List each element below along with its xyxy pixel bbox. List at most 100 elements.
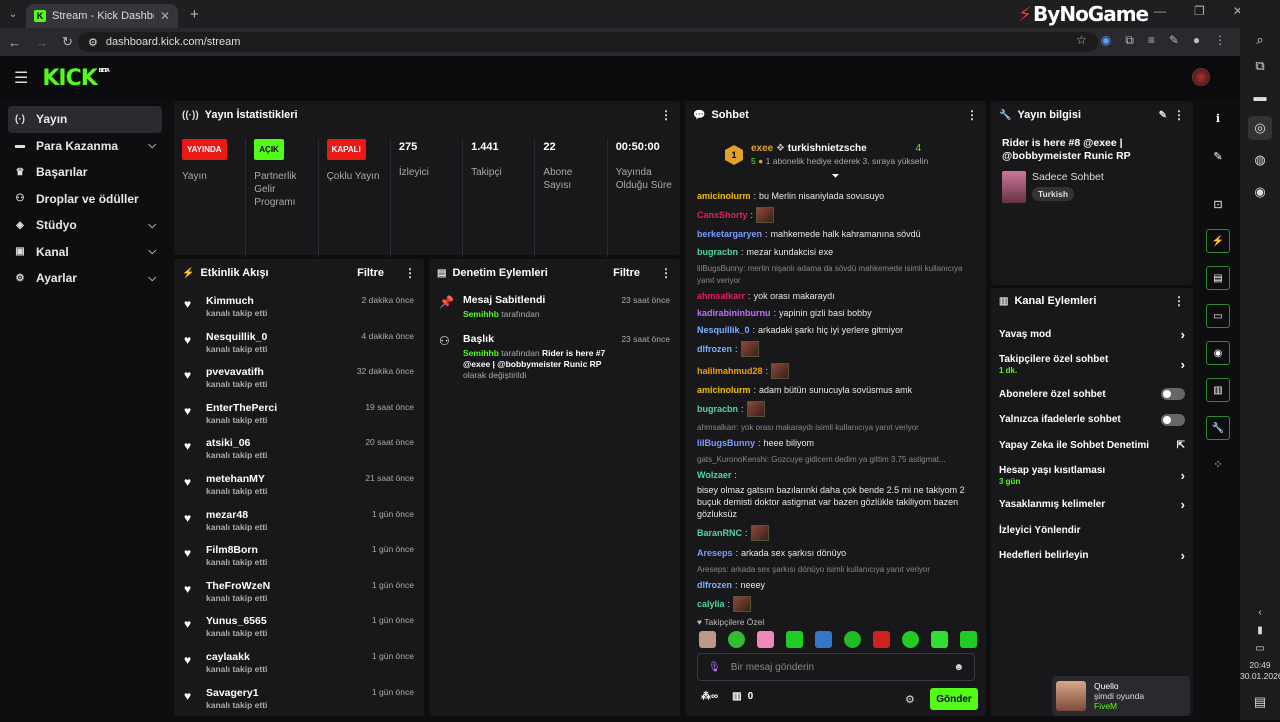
chat-username[interactable]: kadirabininburnu [697,307,771,319]
channel-action[interactable]: Yapay Zeka ile Sohbet Denetimi ⇱ [991,433,1193,459]
emote-icon[interactable] [902,631,919,648]
info-menu-icon[interactable]: ⋮ [1173,108,1185,122]
category-name[interactable]: Sadece Sohbet [1032,171,1104,183]
emote-icon[interactable] [873,631,890,648]
task-view-icon[interactable]: ⧉ [1248,54,1272,78]
channel-action[interactable]: İzleyici Yönlendir [991,518,1193,544]
sidebar-item[interactable]: ⚇ Droplar ve ödüller [8,186,162,213]
activity-user[interactable]: Film8Born [206,544,372,556]
gifter-name[interactable]: exee [751,143,773,154]
chevron-right-icon[interactable]: › [1181,327,1185,342]
bookmark-icon[interactable]: ☆ [1076,33,1087,48]
activity-user[interactable]: EnterThePerci [206,402,365,414]
chat-username[interactable]: bugracbn [697,403,738,415]
chat-username[interactable]: amicinolurm [697,190,751,202]
mic-icon[interactable]: 🎙 [708,662,721,673]
file-explorer-icon[interactable]: ▬ [1248,84,1272,108]
chat-username[interactable]: lilBugsBunny [697,437,755,449]
wrench-icon[interactable]: 🔧 [1206,416,1230,440]
sidebar-item[interactable]: ▣ Kanal ⌵ [8,239,162,266]
activity-filter-button[interactable]: Filtre [357,267,384,279]
channel-action[interactable]: Yasaklanmış kelimeler › [991,492,1193,518]
activity-user[interactable]: Yunus_6565 [206,615,372,627]
edit-icon[interactable]: ✎ [1159,110,1167,121]
tag-badge[interactable]: Turkish [1032,187,1075,201]
chat-icon[interactable]: ▭ [1206,304,1230,328]
moderator-name[interactable]: Semihhb [463,309,499,319]
sidebar-item[interactable]: ⚙ Ayarlar ⌵ [8,265,162,292]
chevron-down-icon[interactable]: ⌵ [148,220,156,231]
chat-username[interactable]: amicinolurm [697,384,751,396]
chrome-icon[interactable]: ◎ [1248,116,1272,140]
channel-action[interactable]: Yavaş mod › [991,322,1193,348]
emote-icon[interactable] [786,631,803,648]
kick-logo[interactable]: KICK BETA [42,66,109,91]
activity-user[interactable]: atsiki_06 [206,437,365,449]
activity-user[interactable]: metehanMY [206,473,365,485]
url-field[interactable]: ⚙ dashboard.kick.com/stream [78,32,1098,52]
chat-settings-icon[interactable]: ⚙ [905,693,915,706]
discord-icon[interactable]: ◍ [1248,148,1272,172]
minimize-icon[interactable]: — [1154,4,1166,18]
discord-toast[interactable]: Quello şimdi oyunda FiveM [1052,676,1190,716]
sidebar-item[interactable]: ▬ Para Kazanma ⌵ [8,133,162,160]
forward-icon[interactable]: → [35,35,48,50]
moderation-menu-icon[interactable]: ⋮ [660,266,672,280]
user-avatar[interactable] [1192,68,1210,86]
chevron-down-icon[interactable]: ⌵ [148,246,156,257]
notification-icon[interactable]: ▤ [1248,690,1272,714]
chat-username[interactable]: Wolzaer [697,469,731,481]
chevron-down-icon[interactable]: ⌵ [148,140,156,151]
activity-user[interactable]: Nesquillik_0 [206,331,362,343]
add-widget-icon[interactable]: ⁘ [1206,454,1230,474]
hamburger-icon[interactable]: ☰ [14,68,28,88]
chat-username[interactable]: calylia [697,598,725,610]
obs-icon[interactable]: ◉ [1248,180,1272,204]
channel-actions-menu-icon[interactable]: ⋮ [1173,294,1185,308]
chevron-right-icon[interactable]: › [1181,548,1185,563]
back-icon[interactable]: ← [8,35,21,50]
network-icon[interactable]: ▭ [1248,636,1272,660]
emote-icon[interactable] [844,631,861,648]
external-link-icon[interactable]: ⇱ [1177,440,1185,451]
channel-action[interactable]: Takipçilere özel sohbet 1 dk. › [991,348,1193,382]
chat-username[interactable]: Areseps [697,547,733,559]
sidebar-item[interactable]: (·) Yayın [8,106,162,133]
activity-menu-icon[interactable]: ⋮ [404,266,416,280]
channel-action[interactable]: Hedefleri belirleyin › [991,543,1193,569]
info-icon[interactable]: ℹ [1206,108,1230,128]
collapse-icon[interactable]: ⏷ [685,171,986,182]
broadcast-icon[interactable]: ◉ [1206,341,1230,365]
chat-username[interactable]: Nesquillik_0 [697,324,750,336]
emote-icon[interactable] [960,631,977,648]
search-icon[interactable]: ⌕ [1248,28,1272,52]
browser-tab[interactable]: K Stream - Kick Dashboard ✕ [26,4,178,28]
chevron-right-icon[interactable]: › [1181,468,1185,483]
sidebar-item[interactable]: ◈ Stüdyo ⌵ [8,212,162,239]
gift-icon[interactable]: ▥ [732,691,741,702]
channel-action[interactable]: Abonelere özel sohbet [991,382,1193,408]
chat-username[interactable]: dlfrozen [697,343,732,355]
chat-input[interactable]: 🎙 Bir mesaj gönderin ☻ [697,653,975,681]
chat-username[interactable]: BaranRNC [697,527,742,539]
activity-user[interactable]: TheFroWzeN [206,580,372,592]
emoji-icon[interactable]: ☻ [953,662,964,673]
activity-user[interactable]: Kimmuch [206,295,362,307]
extension-icon[interactable]: ◉ [1101,33,1111,48]
chat-menu-icon[interactable]: ⋮ [966,108,978,122]
menu-icon[interactable]: ⋮ [1214,33,1226,48]
desk-icon[interactable]: ▥ [1206,378,1230,402]
stats-menu-icon[interactable]: ⋮ [660,108,672,122]
send-button[interactable]: Gönder [930,688,978,710]
restore-icon[interactable]: ❐ [1194,4,1205,18]
activity-user[interactable]: pvevavatifh [206,366,357,378]
chevron-right-icon[interactable]: › [1181,497,1185,512]
emote-icon[interactable] [757,631,774,648]
site-info-icon[interactable]: ⚙ [88,36,98,49]
activity-user[interactable]: mezar48 [206,509,372,521]
gift-recipient[interactable]: turkishnietzsche [788,143,867,154]
emote-icon[interactable] [699,631,716,648]
media-icon[interactable]: ≡ [1148,33,1155,48]
list-icon[interactable]: ▤ [1206,266,1230,290]
close-tab-icon[interactable]: ✕ [160,9,170,23]
